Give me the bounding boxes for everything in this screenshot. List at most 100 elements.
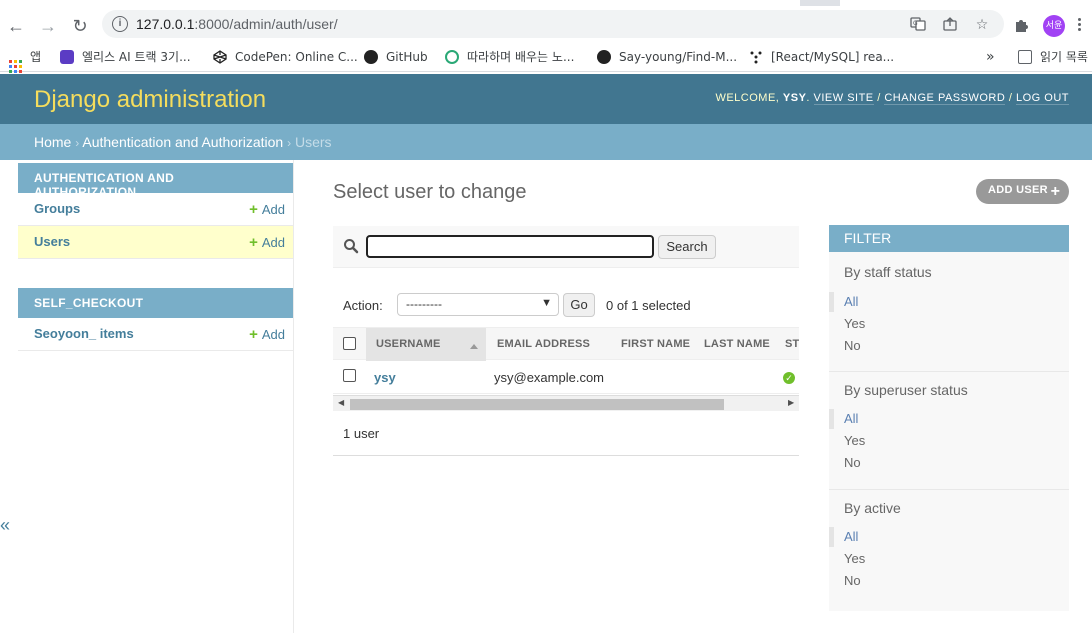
filter-option-no[interactable]: No: [844, 338, 861, 353]
module-caption[interactable]: AUTHENTICATION AND AUTHORIZATION: [18, 163, 293, 199]
codepen-icon: [213, 50, 227, 64]
column-email[interactable]: EMAIL ADDRESS: [497, 338, 590, 350]
column-username[interactable]: USERNAME: [376, 338, 441, 350]
actions-bar: Action: --------- ▼ Go 0 of 1 selected: [333, 290, 799, 320]
go-button[interactable]: Go: [563, 293, 595, 317]
nav-sidebar: AUTHENTICATION AND AUTHORIZATION Groups …: [16, 160, 294, 633]
site-info-icon[interactable]: i: [112, 16, 128, 32]
bookmark-github-find[interactable]: Say-young/Find-M...: [597, 49, 737, 65]
reload-icon[interactable]: ↻: [69, 15, 91, 37]
course-icon: [445, 50, 459, 64]
add-item-button[interactable]: + Add: [249, 326, 285, 343]
filter-option-all[interactable]: All: [828, 527, 858, 547]
action-label: Action:: [343, 298, 383, 313]
forward-icon[interactable]: →: [37, 15, 59, 37]
profile-avatar[interactable]: 서윤: [1043, 15, 1065, 37]
bookmark-apps[interactable]: 앱: [9, 49, 41, 73]
filter-option-all[interactable]: All: [828, 292, 858, 312]
column-first-name[interactable]: FIRST NAME: [621, 338, 690, 350]
extensions-icon[interactable]: [1013, 16, 1031, 34]
search-input[interactable]: [366, 235, 654, 258]
action-select[interactable]: --------- ▼: [397, 293, 559, 316]
add-user-button[interactable]: ADD USER +: [976, 179, 1069, 204]
reading-list-icon: [1018, 50, 1032, 64]
filter-option-no[interactable]: No: [844, 573, 861, 588]
search-icon: [343, 238, 359, 254]
bookmark-star-icon[interactable]: ☆: [974, 16, 990, 32]
bookmark-elice[interactable]: 엘리스 AI 트랙 3기...: [60, 49, 191, 65]
back-icon[interactable]: ←: [5, 15, 27, 37]
filter-group-title: By active: [844, 500, 901, 516]
filter-group-title: By superuser status: [844, 382, 968, 398]
filter-option-yes[interactable]: Yes: [844, 433, 865, 448]
email-cell: ysy@example.com: [494, 370, 605, 385]
filter-superuser-status: By superuser status All Yes No: [828, 372, 1069, 490]
column-staff-status[interactable]: ST: [785, 338, 799, 350]
plus-icon: +: [249, 326, 258, 343]
log-out-link[interactable]: LOG OUT: [1015, 92, 1069, 105]
filter-title: FILTER: [829, 225, 1069, 252]
add-group-button[interactable]: + Add: [249, 201, 285, 218]
selection-counter: 0 of 1 selected: [606, 298, 691, 313]
column-last-name[interactable]: LAST NAME: [704, 338, 770, 350]
bookmarks-bar: 앱 엘리스 AI 트랙 3기... CodePen: Online C... G…: [0, 42, 1092, 73]
filter-option-yes[interactable]: Yes: [844, 551, 865, 566]
breadcrumb-home[interactable]: Home: [34, 134, 71, 150]
sidebar-collapse-toggle[interactable]: «: [0, 515, 10, 536]
add-user-link[interactable]: + Add: [249, 234, 285, 251]
changelist-filter: FILTER By staff status All Yes No By sup…: [828, 225, 1069, 611]
reading-list[interactable]: 읽기 목록: [1018, 49, 1088, 65]
sidebar-item-label[interactable]: Users: [34, 234, 70, 249]
browser-menu-icon[interactable]: [1075, 16, 1083, 34]
breadcrumb-current: Users: [294, 134, 332, 150]
sidebar-item-label[interactable]: Groups: [34, 201, 80, 216]
search-button[interactable]: Search: [658, 235, 716, 259]
elice-icon: [60, 50, 74, 64]
breadcrumb-app[interactable]: Authentication and Authorization: [82, 134, 283, 150]
filter-option-all[interactable]: All: [828, 409, 858, 429]
check-icon: ✓: [783, 372, 795, 384]
scroll-left-icon[interactable]: ◀: [338, 398, 344, 407]
plus-icon: +: [249, 201, 258, 218]
github-icon: [597, 50, 611, 64]
select-all-checkbox[interactable]: [343, 337, 356, 350]
bookmark-github[interactable]: GitHub: [364, 49, 428, 65]
filter-option-yes[interactable]: Yes: [844, 316, 865, 331]
sidebar-item-users: Users + Add: [18, 226, 293, 259]
share-icon[interactable]: [942, 16, 958, 32]
row-checkbox[interactable]: [343, 369, 356, 382]
sidebar-item-seoyoon-items: Seoyoon_ items + Add: [18, 318, 293, 351]
velog-icon: [749, 50, 763, 64]
filter-active: By active All Yes No: [828, 490, 1069, 611]
sidebar-item-label[interactable]: Seoyoon_ items: [34, 326, 134, 341]
sort-ascending-icon[interactable]: [470, 344, 478, 349]
apps-grid-icon: [9, 60, 22, 73]
filter-staff-status: By staff status All Yes No: [828, 252, 1069, 372]
search-toolbar: Search: [333, 226, 799, 268]
table-header: USERNAME EMAIL ADDRESS FIRST NAME LAST N…: [333, 327, 799, 361]
bookmark-codepen[interactable]: CodePen: Online C...: [213, 49, 358, 65]
table-row: ysy ysy@example.com ✓: [333, 360, 799, 394]
module-self-checkout: SELF_CHECKOUT Seoyoon_ items + Add: [18, 288, 293, 351]
result-list: USERNAME EMAIL ADDRESS FIRST NAME LAST N…: [333, 327, 799, 413]
scroll-right-icon[interactable]: ▶: [788, 398, 794, 407]
welcome-text: WELCOME,: [715, 92, 783, 104]
address-bar[interactable]: i 127.0.0.1:8000/admin/auth/user/ G ☆: [102, 10, 1004, 38]
module-caption[interactable]: SELF_CHECKOUT: [18, 288, 293, 318]
scrollbar-thumb[interactable]: [350, 399, 724, 410]
page-title: Select user to change: [333, 181, 527, 203]
url-text[interactable]: 127.0.0.1:8000/admin/auth/user/: [136, 16, 338, 32]
bookmark-velog[interactable]: [React/MySQL] rea...: [749, 49, 894, 65]
translate-icon[interactable]: G: [910, 16, 926, 32]
horizontal-scrollbar[interactable]: ◀ ▶: [333, 395, 799, 411]
view-site-link[interactable]: VIEW SITE: [813, 92, 874, 105]
filter-option-no[interactable]: No: [844, 455, 861, 470]
site-branding[interactable]: Django administration: [34, 86, 266, 114]
bookmark-course[interactable]: 따라하며 배우는 노...: [445, 49, 574, 65]
more-bookmarks-icon[interactable]: »: [986, 49, 995, 65]
module-auth: AUTHENTICATION AND AUTHORIZATION Groups …: [18, 163, 293, 259]
change-password-link[interactable]: CHANGE PASSWORD: [884, 92, 1006, 105]
paginator: 1 user: [333, 413, 799, 456]
username-link[interactable]: ysy: [374, 370, 396, 385]
github-icon: [364, 50, 378, 64]
